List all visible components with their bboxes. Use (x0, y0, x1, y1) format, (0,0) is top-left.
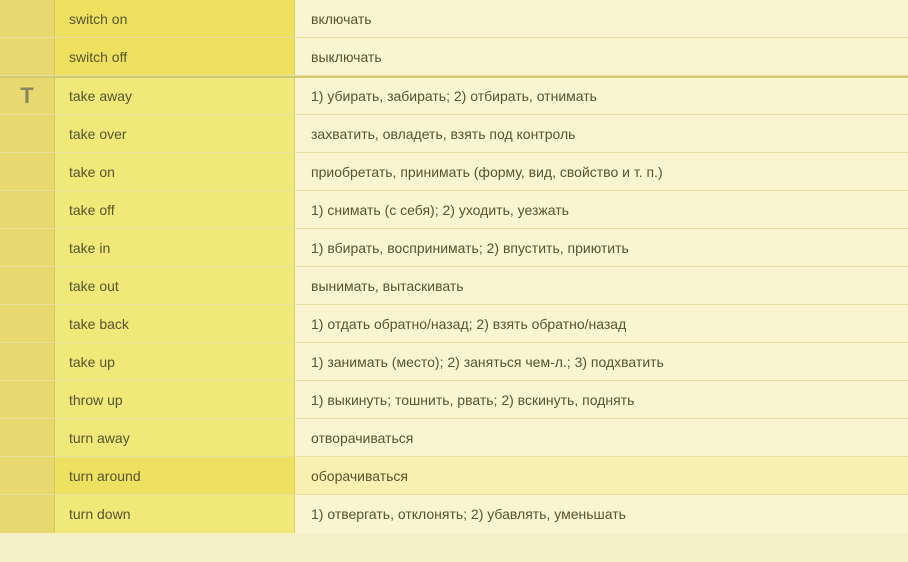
translation-cell: захватить, овладеть, взять под контроль (295, 115, 908, 152)
translation-cell: 1) отдать обратно/назад; 2) взять обратн… (295, 305, 908, 342)
phrase-cell: take in (55, 229, 295, 266)
table-row: take onприобретать, принимать (форму, ви… (0, 153, 908, 191)
table-row: take outвынимать, вытаскивать (0, 267, 908, 305)
letter-indicator (0, 0, 55, 37)
letter-indicator: T (0, 78, 55, 114)
table-row: turn aroundоборачиваться (0, 457, 908, 495)
letter-indicator (0, 343, 55, 380)
letter-indicator (0, 38, 55, 75)
translation-cell: приобретать, принимать (форму, вид, свой… (295, 153, 908, 190)
phrase-cell: throw up (55, 381, 295, 418)
phrase-cell: take out (55, 267, 295, 304)
translation-cell: 1) вбирать, воспринимать; 2) впустить, п… (295, 229, 908, 266)
phrase-cell: turn around (55, 457, 295, 494)
translation-cell: 1) занимать (место); 2) заняться чем-л.;… (295, 343, 908, 380)
letter-indicator (0, 191, 55, 228)
table-row: take overзахватить, овладеть, взять под … (0, 115, 908, 153)
phrase-cell: take off (55, 191, 295, 228)
letter-indicator (0, 457, 55, 494)
letter-indicator (0, 153, 55, 190)
letter-indicator (0, 267, 55, 304)
translation-cell: 1) отвергать, отклонять; 2) убавлять, ум… (295, 495, 908, 533)
phrase-cell: turn away (55, 419, 295, 456)
letter-indicator (0, 305, 55, 342)
table-row: take back1) отдать обратно/назад; 2) взя… (0, 305, 908, 343)
table-row: take off1) снимать (с себя); 2) уходить,… (0, 191, 908, 229)
vocabulary-table: switch onвключатьswitch offвыключатьTtak… (0, 0, 908, 533)
table-row: take up1) занимать (место); 2) заняться … (0, 343, 908, 381)
phrase-cell: take back (55, 305, 295, 342)
table-row: Ttake away1) убирать, забирать; 2) отбир… (0, 76, 908, 115)
translation-cell: 1) убирать, забирать; 2) отбирать, отним… (295, 78, 908, 114)
letter-indicator (0, 495, 55, 533)
translation-cell: оборачиваться (295, 457, 908, 494)
table-row: throw up1) выкинуть; тошнить, рвать; 2) … (0, 381, 908, 419)
phrase-cell: switch off (55, 38, 295, 75)
letter-indicator (0, 419, 55, 456)
table-row: take in1) вбирать, воспринимать; 2) впус… (0, 229, 908, 267)
phrase-cell: take up (55, 343, 295, 380)
phrase-cell: take on (55, 153, 295, 190)
table-row: switch onвключать (0, 0, 908, 38)
phrase-cell: switch on (55, 0, 295, 37)
phrase-cell: take over (55, 115, 295, 152)
translation-cell: 1) снимать (с себя); 2) уходить, уезжать (295, 191, 908, 228)
letter-indicator (0, 381, 55, 418)
table-row: switch offвыключать (0, 38, 908, 76)
phrase-cell: take away (55, 78, 295, 114)
translation-cell: отворачиваться (295, 419, 908, 456)
letter-indicator (0, 229, 55, 266)
translation-cell: вынимать, вытаскивать (295, 267, 908, 304)
translation-cell: 1) выкинуть; тошнить, рвать; 2) вскинуть… (295, 381, 908, 418)
translation-cell: включать (295, 0, 908, 37)
translation-cell: выключать (295, 38, 908, 75)
table-row: turn down1) отвергать, отклонять; 2) уба… (0, 495, 908, 533)
table-row: turn awayотворачиваться (0, 419, 908, 457)
phrase-cell: turn down (55, 495, 295, 533)
letter-indicator (0, 115, 55, 152)
